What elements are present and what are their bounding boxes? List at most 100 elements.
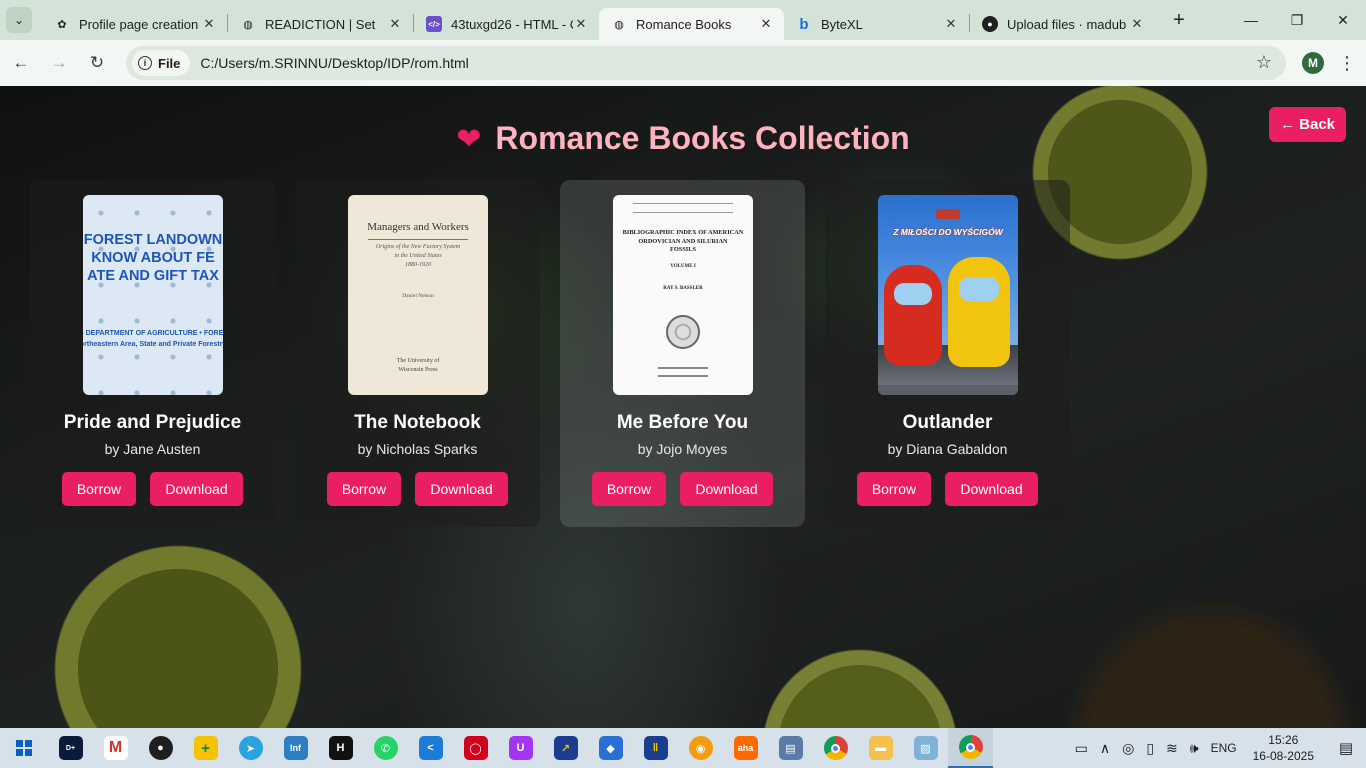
app-icon[interactable]: ↗	[543, 728, 588, 768]
close-window-button[interactable]: ✕	[1320, 0, 1366, 40]
chrome-icon[interactable]	[813, 728, 858, 768]
address-bar[interactable]: i File C:/Users/m.SRINNU/Desktop/IDP/rom…	[126, 46, 1286, 80]
tab-title: Profile page creation	[79, 16, 199, 32]
book-title: The Notebook	[354, 412, 481, 433]
wifi-icon[interactable]: ≋	[1166, 740, 1178, 757]
cover-line: S DEPARTMENT OF AGRICULTURE • FORES	[83, 330, 223, 337]
tab-profile-page-creation[interactable]: ✿ Profile page creation ✕	[42, 8, 227, 40]
profile-avatar[interactable]: M	[1302, 52, 1324, 74]
gmail-icon[interactable]: M	[93, 728, 138, 768]
disney-hotstar-icon[interactable]: D+	[48, 728, 93, 768]
cover-rule	[368, 239, 468, 240]
telegram-icon[interactable]: ➤	[228, 728, 273, 768]
hackerrank-icon[interactable]: H	[318, 728, 363, 768]
back-nav-button[interactable]: ←	[4, 46, 38, 80]
clock[interactable]: 15:26 16-08-2025	[1253, 732, 1314, 764]
cover-publisher: The University of Wisconsin Press	[348, 357, 488, 375]
book-title: Me Before You	[616, 412, 749, 433]
url-text[interactable]: C:/Users/m.SRINNU/Desktop/IDP/rom.html	[200, 55, 468, 71]
file-explorer-icon[interactable]: ▬	[858, 728, 903, 768]
whatsapp-icon[interactable]: ✆	[363, 728, 408, 768]
app-icon[interactable]: ◆	[588, 728, 633, 768]
book-cover: BIBLIOGRAPHIC INDEX OF AMERICAN ORDOVICI…	[613, 195, 753, 395]
plus-icon: +	[1173, 8, 1185, 31]
bookmark-star-icon[interactable]: ☆	[1256, 52, 1272, 73]
close-icon[interactable]: ✕	[758, 16, 774, 32]
book-title: Pride and Prejudice	[63, 412, 242, 433]
minimize-button[interactable]: —	[1228, 0, 1274, 40]
borrow-button[interactable]: Borrow	[857, 472, 931, 506]
globe-icon: ◍	[243, 18, 253, 31]
restore-button[interactable]: ❐	[1274, 0, 1320, 40]
back-button[interactable]: ← Back	[1269, 107, 1346, 142]
close-icon[interactable]: ✕	[1129, 16, 1145, 32]
chevron-up-icon[interactable]: ∧	[1100, 740, 1110, 757]
chrome-profile-icon[interactable]	[948, 728, 993, 768]
download-button[interactable]: Download	[415, 472, 508, 506]
tab-title: Upload files · madub	[1007, 16, 1127, 32]
book-author: by Diana Gabaldon	[887, 441, 1008, 457]
close-icon[interactable]: ✕	[943, 16, 959, 32]
borrow-button[interactable]: Borrow	[327, 472, 401, 506]
book-actions: Borrow Download	[30, 472, 275, 506]
browser-tab-strip: ⌄ ✿ Profile page creation ✕ ◍ READICTION…	[0, 0, 1366, 40]
cover-heading: Z MIŁOŚCI DO WYŚCIGÓW	[893, 227, 1003, 237]
udemy-icon[interactable]: U	[498, 728, 543, 768]
close-icon[interactable]: ✕	[387, 16, 403, 32]
seal-emblem	[666, 315, 700, 349]
new-tab-button[interactable]: +	[1167, 9, 1191, 32]
download-button[interactable]: Download	[150, 472, 243, 506]
tab-search-button[interactable]: ⌄	[6, 7, 32, 33]
cover-line: ORDOVICIAN AND SILURIAN	[638, 237, 728, 245]
menu-kebab-icon[interactable]: ⋮	[1338, 53, 1356, 74]
aha-icon[interactable]: aha	[723, 728, 768, 768]
volume-icon[interactable]: 🕪	[1190, 740, 1199, 757]
info-icon: i	[138, 56, 152, 70]
notification-icon[interactable]: ▤	[1326, 728, 1366, 768]
reload-button[interactable]: ↻	[80, 46, 114, 80]
cover-line: KNOW ABOUT FE	[91, 250, 215, 266]
borrow-button[interactable]: Borrow	[592, 472, 666, 506]
app-icon[interactable]: ▨	[903, 728, 948, 768]
tab-readiction[interactable]: ◍ READICTION | Set ✕	[228, 8, 413, 40]
vscode-icon[interactable]: <	[408, 728, 453, 768]
language-indicator[interactable]: ENG	[1211, 741, 1237, 755]
app-icon[interactable]: ◉	[678, 728, 723, 768]
cover-line: Wisconsin Press	[398, 367, 438, 373]
tab-html-editor[interactable]: </> 43tuxgd26 - HTML - C ✕	[414, 8, 599, 40]
download-button[interactable]: Download	[680, 472, 773, 506]
oracle-icon[interactable]: ◯	[453, 728, 498, 768]
bytexl-icon: b	[799, 15, 809, 33]
tab-bytexl[interactable]: b ByteXL ✕	[784, 8, 969, 40]
tab-romance-books[interactable]: ◍ Romance Books ✕	[599, 8, 784, 40]
app-icon[interactable]: ▤	[768, 728, 813, 768]
github-icon[interactable]: ●	[138, 728, 183, 768]
site-info-chip[interactable]: i File	[132, 50, 191, 76]
cover-line: ortheastern Area, State and Private Fore…	[83, 341, 223, 348]
restore-icon: ❐	[1290, 11, 1304, 28]
infosys-icon[interactable]: Inf	[273, 728, 318, 768]
app-icon[interactable]: +	[183, 728, 228, 768]
cover-heading: Managers and Workers	[367, 221, 469, 233]
browser-toolbar: ← → ↻ i File C:/Users/m.SRINNU/Desktop/I…	[0, 40, 1366, 86]
close-icon[interactable]: ✕	[201, 16, 217, 32]
close-icon[interactable]: ✕	[573, 16, 589, 32]
tab-github-upload[interactable]: ● Upload files · madub ✕	[970, 8, 1155, 40]
start-button[interactable]	[0, 728, 48, 768]
tab-title: Romance Books	[636, 16, 732, 32]
book-actions: Borrow Download	[560, 472, 805, 506]
app-icon[interactable]: ‖	[633, 728, 678, 768]
cover-subtitle: Origins of the New Factory System in the…	[348, 243, 488, 270]
book-author: by Nicholas Sparks	[357, 441, 478, 457]
location-icon[interactable]: ◎	[1122, 740, 1134, 757]
cover-line: Origins of the New Factory System	[375, 244, 461, 250]
forward-nav-button[interactable]: →	[42, 46, 76, 80]
cover-subtitle: S DEPARTMENT OF AGRICULTURE • FORES orth…	[83, 328, 223, 350]
keyboard-layout-icon[interactable]: ▭	[1075, 740, 1088, 757]
download-button[interactable]: Download	[945, 472, 1038, 506]
cover-line: 1880-1920	[405, 262, 431, 268]
borrow-button[interactable]: Borrow	[62, 472, 136, 506]
red-race-car	[884, 265, 942, 365]
battery-icon[interactable]: ▯	[1146, 740, 1154, 757]
car-windshield	[894, 283, 932, 305]
